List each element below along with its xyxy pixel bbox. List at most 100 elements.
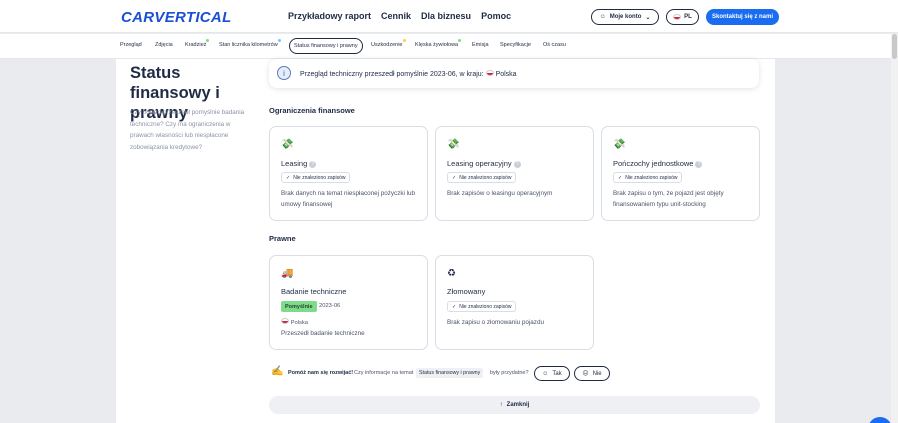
nav-pricing[interactable]: Cennik bbox=[381, 11, 411, 21]
status-dot bbox=[206, 39, 210, 42]
nav-business[interactable]: Dla biznesu bbox=[421, 11, 471, 21]
check-icon: ✓ bbox=[452, 303, 457, 310]
card-title-text: Leasing operacyjny bbox=[447, 159, 512, 168]
poland-flag-icon bbox=[673, 14, 682, 20]
help-icon[interactable]: ? bbox=[695, 160, 703, 168]
scrollbar-track[interactable] bbox=[891, 34, 898, 423]
arrow-up-icon: ↑ bbox=[499, 402, 503, 408]
inspection-country-label: Polska bbox=[290, 320, 309, 326]
no-label: Nie bbox=[592, 370, 602, 377]
info-icon: i bbox=[277, 66, 291, 80]
card-title-text: Leasing bbox=[281, 159, 308, 168]
status-dot bbox=[402, 39, 406, 42]
tab-theft-label: Kradzież bbox=[185, 42, 207, 48]
help-icon[interactable]: ? bbox=[513, 160, 521, 168]
money-icon: 💸 bbox=[613, 139, 626, 150]
language-button[interactable]: PL bbox=[666, 9, 699, 25]
truck-icon: 🚚 bbox=[281, 268, 294, 279]
status-dot bbox=[277, 39, 281, 42]
legal-group-title: Prawne bbox=[269, 234, 296, 243]
feedback-question: Czy informacje na temat bbox=[354, 370, 414, 376]
user-icon: ☺ bbox=[599, 14, 606, 20]
unit-stocking-card: 💸 Pończochy jednostkowe? ✓ Nie znaleziono… bbox=[601, 126, 760, 221]
chat-bubble-button[interactable] bbox=[868, 417, 892, 423]
status-badge: ✓ Nie znaleziono zapisów bbox=[447, 172, 517, 183]
badge-label: Nie znaleziono zapisów bbox=[625, 174, 678, 181]
info-banner: i Przegląd techniczny przeszedł pomyślni… bbox=[269, 59, 759, 88]
tab-odometer-label: Stan licznika kilometrów bbox=[219, 42, 278, 48]
yes-button[interactable]: ☺ Tak bbox=[534, 366, 570, 381]
contact-button[interactable]: Skontaktuj się z nami bbox=[706, 9, 779, 25]
smile-icon: ☺ bbox=[542, 370, 549, 377]
chevron-down-icon: ⌄ bbox=[645, 14, 651, 21]
tab-overview[interactable]: Przegląd bbox=[120, 42, 142, 48]
tab-natural-disaster-label: Klęska żywiołowa bbox=[415, 42, 459, 48]
info-message: Przegląd techniczny przeszedł pomyślnie … bbox=[300, 71, 484, 78]
operating-leasing-card: 💸 Leasing operacyjny? ✓ Nie znaleziono za… bbox=[435, 126, 594, 221]
chat-hand-icon: ✍ bbox=[271, 366, 284, 377]
recycle-icon: ♻ bbox=[447, 268, 456, 279]
card-text: Brak danych na temat niespłaconej pożycz… bbox=[281, 190, 416, 208]
tab-theft[interactable]: Kradzież bbox=[185, 39, 210, 48]
check-icon: ✓ bbox=[286, 174, 291, 181]
card-title: Badanie techniczne bbox=[281, 287, 347, 296]
tab-timeline[interactable]: Oś czasu bbox=[543, 42, 566, 48]
status-dot bbox=[458, 39, 462, 42]
card-text: Przeszedł badanie techniczne bbox=[281, 330, 365, 337]
frown-icon: ☹ bbox=[582, 371, 589, 377]
status-badge: ✓ Nie znaleziono zapisów bbox=[613, 172, 683, 183]
card-text: Brak zapisu o złomowaniu pojazdu bbox=[447, 319, 544, 326]
yes-label: Tak bbox=[552, 370, 562, 377]
tab-emission[interactable]: Emisja bbox=[472, 42, 489, 48]
close-label: Zamknij bbox=[506, 402, 530, 408]
main-nav: Przykładowy raport Cennik Dla biznesu Po… bbox=[288, 11, 511, 21]
money-icon: 💸 bbox=[281, 139, 294, 150]
status-badge: ✓ Nie znaleziono zapisów bbox=[447, 301, 517, 312]
top-header: CARVERTICAL Przykładowy raport Cennik Dl… bbox=[0, 0, 898, 33]
badge-label: Nie znaleziono zapisów bbox=[293, 174, 346, 181]
info-country: Polska bbox=[495, 71, 517, 78]
account-button[interactable]: ☺ Moje konto ⌄ bbox=[591, 9, 659, 25]
card-title: Leasing? bbox=[281, 159, 317, 168]
carvertical-logo[interactable]: CARVERTICAL bbox=[121, 9, 232, 26]
tab-photos[interactable]: Zdjęcia bbox=[155, 42, 173, 48]
poland-flag-icon bbox=[281, 318, 289, 324]
scrollbar-thumb[interactable] bbox=[892, 34, 897, 59]
card-text: Brak zapisów o leasingu operacyjnym bbox=[447, 190, 553, 197]
check-icon: ✓ bbox=[618, 174, 623, 181]
card-text: Brak zapisu o tym, że pojazd jest objęty… bbox=[613, 190, 724, 208]
nav-help[interactable]: Pomoc bbox=[481, 11, 511, 21]
feedback-question-end: były przydatne? bbox=[490, 370, 529, 376]
report-section: Status finansowy i prawny Czy pojazd prz… bbox=[116, 59, 775, 423]
feedback-title: Pomóż nam się rozwijać! bbox=[288, 370, 354, 376]
tab-odometer[interactable]: Stan licznika kilometrów bbox=[219, 39, 281, 48]
tab-damage[interactable]: Uszkodzenie bbox=[371, 39, 406, 48]
card-title: Leasing operacyjny? bbox=[447, 159, 521, 168]
leasing-card: 💸 Leasing? ✓ Nie znaleziono zapisów Brak … bbox=[269, 126, 428, 221]
tab-natural-disaster[interactable]: Klęska żywiołowa bbox=[415, 39, 462, 48]
nav-sample-report[interactable]: Przykładowy raport bbox=[288, 11, 371, 21]
language-label: PL bbox=[684, 14, 692, 20]
inspection-card: 🚚 Badanie techniczne Pomyślnie 2023-06 P… bbox=[269, 255, 428, 350]
card-title-text: Pończochy jednostkowe bbox=[613, 159, 694, 168]
tab-damage-label: Uszkodzenie bbox=[371, 42, 403, 48]
info-text: Przegląd techniczny przeszedł pomyślnie … bbox=[300, 70, 517, 78]
tab-specifications[interactable]: Specyfikacje bbox=[500, 42, 531, 48]
pass-badge: Pomyślnie bbox=[281, 301, 317, 312]
inspection-date: 2023-06 bbox=[319, 303, 341, 309]
badge-label: Nie znaleziono zapisów bbox=[459, 303, 512, 310]
card-title: Pończochy jednostkowe? bbox=[613, 159, 703, 168]
no-button[interactable]: ☹ Nie bbox=[574, 366, 610, 381]
section-description: Czy pojazd przeszedł pomyślnie badania t… bbox=[130, 109, 245, 151]
status-badge: ✓ Nie znaleziono zapisów bbox=[281, 172, 351, 183]
account-label: Moje konto bbox=[609, 14, 642, 20]
badge-label: Nie znaleziono zapisów bbox=[459, 174, 512, 181]
help-icon[interactable]: ? bbox=[309, 160, 317, 168]
financial-group-title: Ograniczenia finansowe bbox=[269, 106, 355, 115]
feedback-row: ✍ Pomóż nam się rozwijać! Czy informacje… bbox=[268, 363, 768, 383]
close-button[interactable]: ↑ Zamknij bbox=[269, 396, 760, 414]
check-icon: ✓ bbox=[452, 174, 457, 181]
poland-flag-icon bbox=[485, 70, 494, 76]
section-nav: Przegląd Zdjęcia Kradzież Stan licznika … bbox=[0, 34, 891, 59]
tab-financial-legal[interactable]: Status finansowy i prawny bbox=[289, 38, 363, 54]
